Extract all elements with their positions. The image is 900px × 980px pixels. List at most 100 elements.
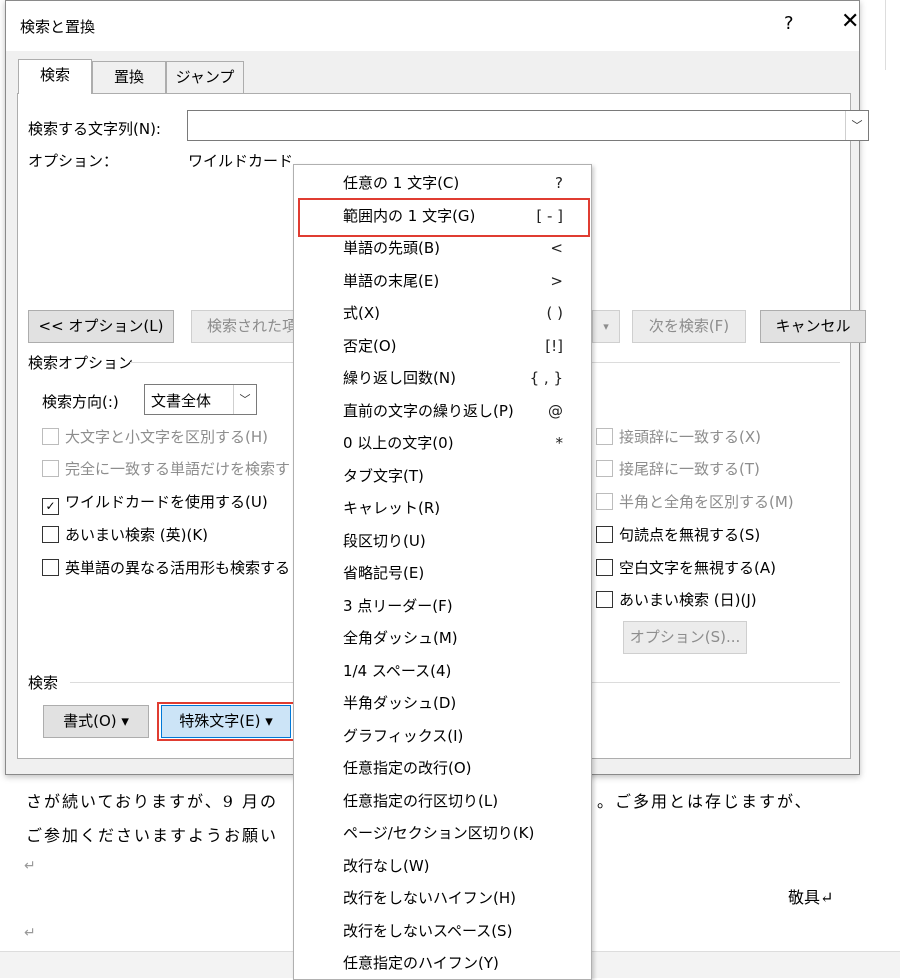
menu-item[interactable]: 任意指定の改行(O) — [294, 752, 591, 784]
checkbox-label: 接頭辞に一致する(X) — [619, 428, 761, 446]
menu-item-label: 1/4 スペース(4) — [343, 661, 452, 680]
close-button[interactable]: ✕ — [841, 11, 859, 33]
menu-item-label: タブ文字(T) — [343, 466, 424, 485]
tab-find[interactable]: 検索 — [18, 59, 92, 94]
document-edge — [885, 0, 900, 70]
help-button[interactable]: ? — [784, 13, 794, 34]
find-input[interactable]: ﹀ — [187, 110, 869, 141]
word-forms-checkbox[interactable]: 英単語の異なる活用形も検索する — [42, 559, 290, 577]
highlight-frame — [157, 702, 295, 741]
menu-item-label: 任意指定の行区切り(L) — [343, 791, 499, 810]
menu-item[interactable]: 任意の 1 文字(C)? — [294, 167, 591, 199]
ignore-punct-checkbox[interactable]: 句読点を無視する(S) — [596, 526, 760, 544]
menu-item-label: 単語の末尾(E) — [343, 271, 440, 290]
menu-item-label: 3 点リーダー(F) — [343, 596, 453, 615]
match-prefix-checkbox[interactable]: 接頭辞に一致する(X) — [596, 428, 761, 446]
checkbox-label: あいまい検索 (日)(J) — [619, 591, 757, 609]
menu-item[interactable]: ページ/セクション区切り(K) — [294, 817, 591, 849]
direction-value: 文書全体 — [151, 392, 212, 410]
checkbox-box[interactable] — [596, 428, 613, 445]
menu-item-label: 省略記号(E) — [343, 564, 425, 582]
menu-item-label: 式(X) — [343, 304, 380, 322]
menu-item-label: 直前の文字の繰り返し(P) — [343, 401, 514, 420]
checkbox-label: 英単語の異なる活用形も検索する — [65, 559, 291, 577]
menu-item[interactable]: 直前の文字の繰り返し(P) @ — [294, 395, 591, 427]
menu-item-symbol: { , } — [529, 369, 563, 387]
menu-item[interactable]: 1/4 スペース(4) — [294, 655, 591, 687]
sounds-like-ja-checkbox[interactable]: あいまい検索 (日)(J) — [596, 591, 757, 609]
options-toggle-button[interactable]: << オプション(L) — [28, 310, 174, 343]
wildcards-checkbox[interactable]: ✓ ワイルドカードを使用する(U) — [42, 493, 268, 515]
menu-item[interactable]: 半角ダッシュ(D) — [294, 687, 591, 719]
menu-item-label: 全角ダッシュ(M) — [343, 629, 458, 647]
menu-item-symbol: ( ) — [546, 304, 563, 322]
checkbox-box[interactable] — [42, 460, 59, 477]
ignore-space-checkbox[interactable]: 空白文字を無視する(A) — [596, 559, 776, 577]
menu-item-label: ページ/セクション区切り(K) — [343, 824, 535, 842]
checkbox-label: 大文字と小文字を区別する(H) — [65, 428, 268, 446]
direction-select[interactable]: 文書全体 ﹀ — [144, 384, 257, 415]
title-bar: 検索と置換 ? ✕ — [6, 1, 859, 51]
menu-item[interactable]: 任意指定のハイフン(Y) — [294, 947, 591, 979]
sounds-like-en-checkbox[interactable]: あいまい検索 (英)(K) — [42, 526, 208, 544]
menu-item[interactable]: 省略記号(E) — [294, 557, 591, 589]
closing-text: 敬具↵ — [788, 888, 834, 907]
tab-replace[interactable]: 置換 — [92, 61, 166, 95]
menu-item[interactable]: 任意指定の行区切り(L) — [294, 785, 591, 817]
format-button[interactable]: 書式(O) ▾ — [43, 705, 149, 738]
find-label: 検索する文字列(N): — [28, 120, 161, 138]
checkbox-box[interactable] — [42, 526, 59, 543]
cancel-button[interactable]: キャンセル — [760, 310, 866, 343]
chevron-down-icon[interactable]: ﹀ — [845, 111, 868, 140]
menu-item[interactable]: 否定(O) [!] — [294, 330, 591, 362]
menu-item[interactable]: 0 以上の文字(0) * — [294, 427, 591, 459]
menu-item-label: 繰り返し回数(N) — [343, 369, 456, 387]
check-icon[interactable]: ✓ — [42, 498, 59, 515]
menu-item[interactable]: 単語の末尾(E) > — [294, 265, 591, 297]
menu-item-symbol: ? — [555, 174, 563, 192]
whole-word-checkbox[interactable]: 完全に一致する単語だけを検索す — [42, 460, 290, 478]
checkbox-box[interactable] — [596, 460, 613, 477]
checkbox-label: 半角と全角を区別する(M) — [619, 493, 794, 511]
checkbox-box[interactable] — [596, 591, 613, 608]
checkbox-box[interactable] — [596, 559, 613, 576]
menu-item[interactable]: 改行をしないハイフン(H) — [294, 882, 591, 914]
document-line-1-right: 。ご多用とは存じますが、 — [597, 792, 813, 811]
menu-item-label: 改行なし(W) — [343, 856, 430, 875]
find-next-button[interactable]: 次を検索(F) — [632, 310, 746, 343]
direction-label: 検索方向(:) — [42, 393, 119, 411]
menu-item[interactable]: 式(X) ( ) — [294, 297, 591, 329]
tab-goto[interactable]: ジャンプ — [166, 61, 244, 95]
menu-item[interactable]: 段区切り(U) — [294, 525, 591, 557]
checkbox-box[interactable] — [42, 428, 59, 445]
menu-item[interactable]: 3 点リーダー(F) — [294, 590, 591, 622]
special-menu: 任意の 1 文字(C)? 範囲内の 1 文字(G)[ - ] 単語の先頭(B) < 単語… — [293, 164, 592, 980]
match-suffix-checkbox[interactable]: 接尾辞に一致する(T) — [596, 460, 760, 478]
menu-item[interactable]: 全角ダッシュ(M) — [294, 622, 591, 654]
checkbox-label: 空白文字を無視する(A) — [619, 559, 776, 577]
options-value: ワイルドカード — [188, 152, 294, 170]
match-case-checkbox[interactable]: 大文字と小文字を区別する(H) — [42, 428, 268, 446]
sounds-like-options-button[interactable]: オプション(S)... — [623, 621, 747, 654]
options-label: オプション： — [28, 152, 119, 170]
dialog-title: 検索と置換 — [20, 18, 96, 36]
checkbox-box[interactable] — [42, 559, 59, 576]
menu-item[interactable]: タブ文字(T) — [294, 460, 591, 492]
document-line-2-left: ご参加くださいますようお願い — [26, 826, 279, 845]
search-section-header: 検索 — [28, 674, 59, 692]
menu-item[interactable]: 繰り返し回数(N) { , } — [294, 362, 591, 394]
match-width-checkbox[interactable]: 半角と全角を区別する(M) — [596, 493, 794, 511]
checkbox-label: ワイルドカードを使用する(U) — [65, 493, 268, 511]
chevron-down-icon[interactable]: ▾ — [592, 310, 620, 343]
checkbox-box[interactable] — [596, 526, 613, 543]
menu-item[interactable]: グラフィックス(I) — [294, 720, 591, 752]
checkbox-box[interactable] — [596, 493, 613, 510]
menu-item-label: 半角ダッシュ(D) — [343, 694, 457, 712]
checkbox-label: 句読点を無視する(S) — [619, 526, 761, 544]
menu-item[interactable]: 改行なし(W) — [294, 850, 591, 882]
menu-item[interactable]: 改行をしないスペース(S) — [294, 915, 591, 947]
chevron-down-icon[interactable]: ﹀ — [233, 385, 256, 414]
menu-item-label: 改行をしないスペース(S) — [343, 921, 513, 940]
menu-item-symbol: @ — [548, 401, 563, 420]
menu-item[interactable]: キャレット(R) — [294, 492, 591, 524]
